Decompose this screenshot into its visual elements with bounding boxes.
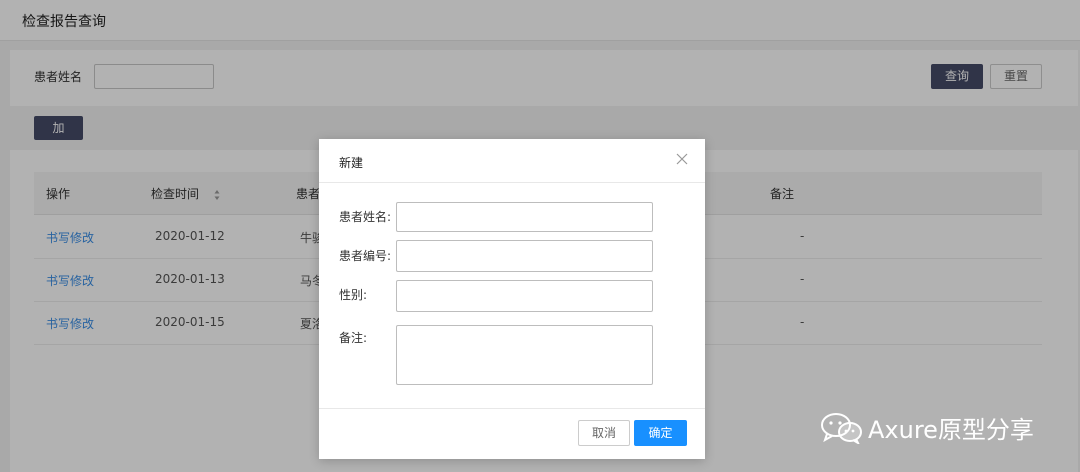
dialog-footer-divider xyxy=(319,408,705,409)
dialog-header-divider xyxy=(319,182,705,183)
wechat-icon xyxy=(820,412,864,446)
dialog-title: 新建 xyxy=(339,156,364,170)
patient-id-field[interactable] xyxy=(396,240,653,272)
form-label-gender: 性别: xyxy=(339,288,368,302)
form-label-note: 备注: xyxy=(339,331,368,345)
close-icon[interactable] xyxy=(675,151,689,165)
gender-field[interactable] xyxy=(396,280,653,312)
form-label-patient-id: 患者编号: xyxy=(339,249,392,263)
note-textarea[interactable] xyxy=(396,325,653,385)
cancel-button[interactable]: 取消 xyxy=(578,420,630,446)
watermark-text: Axure原型分享 xyxy=(868,416,1034,444)
form-label-patient-name: 患者姓名: xyxy=(339,210,392,224)
new-record-dialog: 新建 患者姓名: 患者编号: 性别: 备注: 取消 确定 xyxy=(319,139,705,459)
patient-name-field[interactable] xyxy=(396,202,653,232)
confirm-button[interactable]: 确定 xyxy=(634,420,687,446)
